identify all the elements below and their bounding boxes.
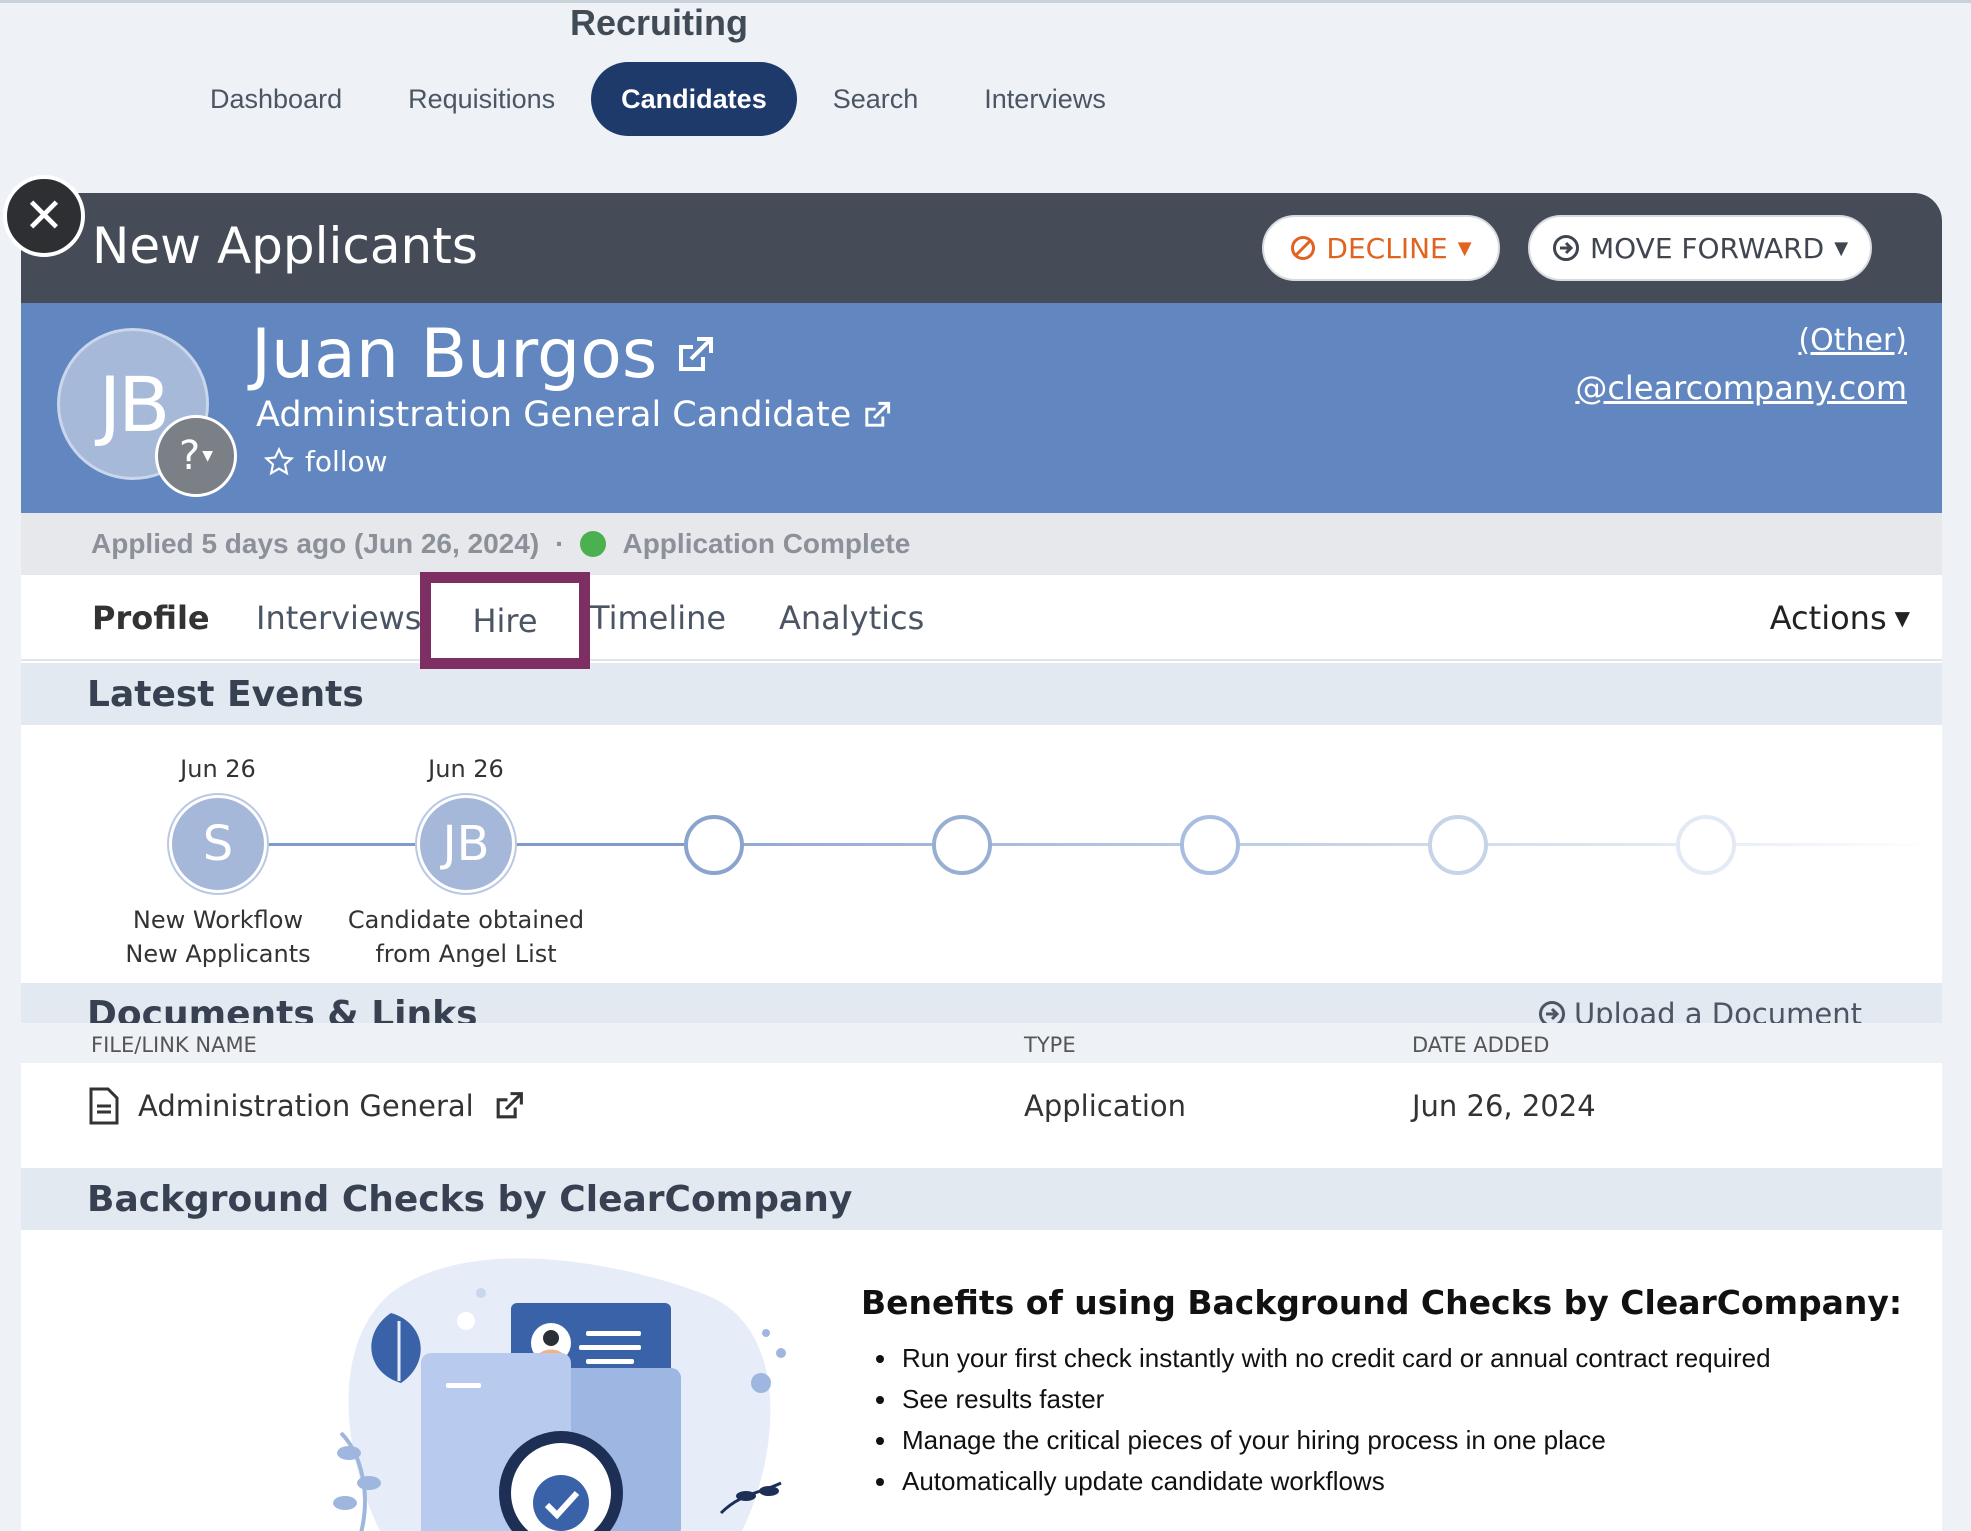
candidate-header: JB ? ▼ Juan Burgos Administration General… (21, 303, 1942, 513)
close-icon: ✕ (23, 188, 65, 244)
avatar-badge-label: ? (178, 433, 201, 479)
caret-down-icon: ▼ (1457, 237, 1472, 259)
caret-down-icon: ▼ (1834, 237, 1849, 259)
contact-type-link[interactable]: (Other) (1798, 323, 1907, 358)
candidate-tabs: Profile Interviews Timeline Analytics Ac… (21, 575, 1942, 661)
event-label-line: Candidate obtained (347, 906, 585, 934)
actions-label: Actions (1769, 599, 1887, 637)
avatar-status-dropdown[interactable]: ? ▼ (155, 415, 237, 497)
file-icon (89, 1087, 119, 1125)
list-item: See results faster (876, 1379, 1771, 1420)
actions-dropdown[interactable]: Actions ▼ (1770, 575, 1910, 661)
empty-event-node (1428, 815, 1488, 875)
tab-profile[interactable]: Profile (92, 575, 210, 661)
caret-down-icon: ▼ (1894, 606, 1910, 630)
candidate-name[interactable]: Juan Burgos (251, 315, 717, 394)
document-type: Application (1024, 1089, 1187, 1123)
empty-event-node (684, 815, 744, 875)
main-nav: Dashboard Requisitions Candidates Search… (180, 62, 1142, 136)
move-forward-label: MOVE FORWARD (1589, 231, 1825, 265)
nav-candidates[interactable]: Candidates (591, 62, 797, 136)
nav-requisitions[interactable]: Requisitions (378, 62, 585, 136)
list-item: Run your first check instantly with no c… (876, 1338, 1771, 1379)
background-checks-title: Background Checks by ClearCompany (87, 1178, 853, 1220)
nav-dashboard[interactable]: Dashboard (180, 62, 372, 136)
move-forward-button[interactable]: MOVE FORWARD ▼ (1528, 215, 1872, 281)
documents-table-header: FILE/LINK NAME TYPE DATE ADDED (21, 1023, 1942, 1063)
background-check-illustration (333, 1258, 786, 1531)
event-node[interactable]: JB (417, 795, 515, 893)
status-separator: · (555, 528, 565, 559)
empty-event-node (1676, 815, 1736, 875)
event-label-line: New Workflow (132, 906, 304, 934)
candidate-role-text: Administration General Candidate (256, 395, 852, 435)
event-node[interactable]: S (169, 795, 267, 893)
event-label: New Workflow New Applicants (88, 903, 348, 971)
column-header-date: DATE ADDED (1412, 1033, 1550, 1057)
candidate-panel: New Applicants DECLINE ▼ MOVE FORWARD ▼ … (21, 193, 1942, 1531)
benefits-title: Benefits of using Background Checks by C… (861, 1283, 1903, 1322)
list-item: Automatically update candidate workflows (876, 1461, 1771, 1502)
latest-events-header: Latest Events (21, 663, 1942, 725)
event-label: Candidate obtained from Angel List (336, 903, 596, 971)
application-status-row: Applied 5 days ago (Jun 26, 2024) · Appl… (21, 513, 1942, 575)
candidate-name-text: Juan Burgos (251, 315, 658, 394)
document-name: Administration General (138, 1089, 474, 1123)
empty-event-node (1180, 815, 1240, 875)
external-link-icon (496, 1092, 523, 1119)
candidate-role[interactable]: Administration General Candidate (256, 395, 893, 435)
event-label-line: from Angel List (375, 940, 557, 968)
tab-analytics[interactable]: Analytics (779, 575, 924, 661)
table-row: Administration General Application Jun 2… (21, 1063, 1942, 1149)
arrow-circle-right-icon (1552, 235, 1579, 261)
decline-label: DECLINE (1326, 231, 1448, 265)
panel-title: New Applicants (92, 217, 478, 275)
column-header-name: FILE/LINK NAME (91, 1033, 257, 1057)
application-status: Application Complete (622, 528, 911, 559)
follow-button[interactable]: follow (263, 445, 388, 478)
latest-events-title: Latest Events (87, 673, 364, 715)
event-date: Jun 26 (428, 755, 504, 783)
decline-button[interactable]: DECLINE ▼ (1262, 215, 1500, 281)
status-dot (580, 531, 607, 557)
list-item: Manage the critical pieces of your hirin… (876, 1420, 1771, 1461)
event-label-line: New Applicants (125, 940, 311, 968)
empty-event-node (932, 815, 992, 875)
tab-hire[interactable]: Hire (420, 572, 590, 669)
document-date: Jun 26, 2024 (1412, 1089, 1596, 1123)
tab-interviews[interactable]: Interviews (256, 575, 421, 661)
nav-interviews[interactable]: Interviews (954, 62, 1136, 136)
close-panel-button[interactable]: ✕ (3, 175, 85, 257)
top-border (0, 0, 1971, 3)
caret-down-icon: ▼ (202, 448, 213, 464)
benefits-list: Run your first check instantly with no c… (876, 1338, 1771, 1502)
panel-header: New Applicants DECLINE ▼ MOVE FORWARD ▼ (21, 193, 1942, 303)
external-link-icon (865, 401, 891, 427)
app-title: Recruiting (570, 2, 749, 43)
email-link[interactable]: @clearcompany.com (1575, 369, 1907, 407)
document-link[interactable]: Administration General (88, 1063, 526, 1149)
tab-timeline[interactable]: Timeline (590, 575, 726, 661)
nav-search[interactable]: Search (803, 62, 949, 136)
timeline-line-future (709, 843, 1939, 846)
ban-icon (1291, 236, 1316, 260)
applied-date: Applied 5 days ago (Jun 26, 2024) (91, 528, 540, 559)
column-header-type: TYPE (1024, 1033, 1076, 1057)
background-checks-header: Background Checks by ClearCompany (21, 1168, 1942, 1230)
event-date: Jun 26 (180, 755, 256, 783)
follow-label: follow (305, 445, 388, 478)
external-link-icon (679, 336, 714, 371)
star-icon (263, 446, 295, 475)
